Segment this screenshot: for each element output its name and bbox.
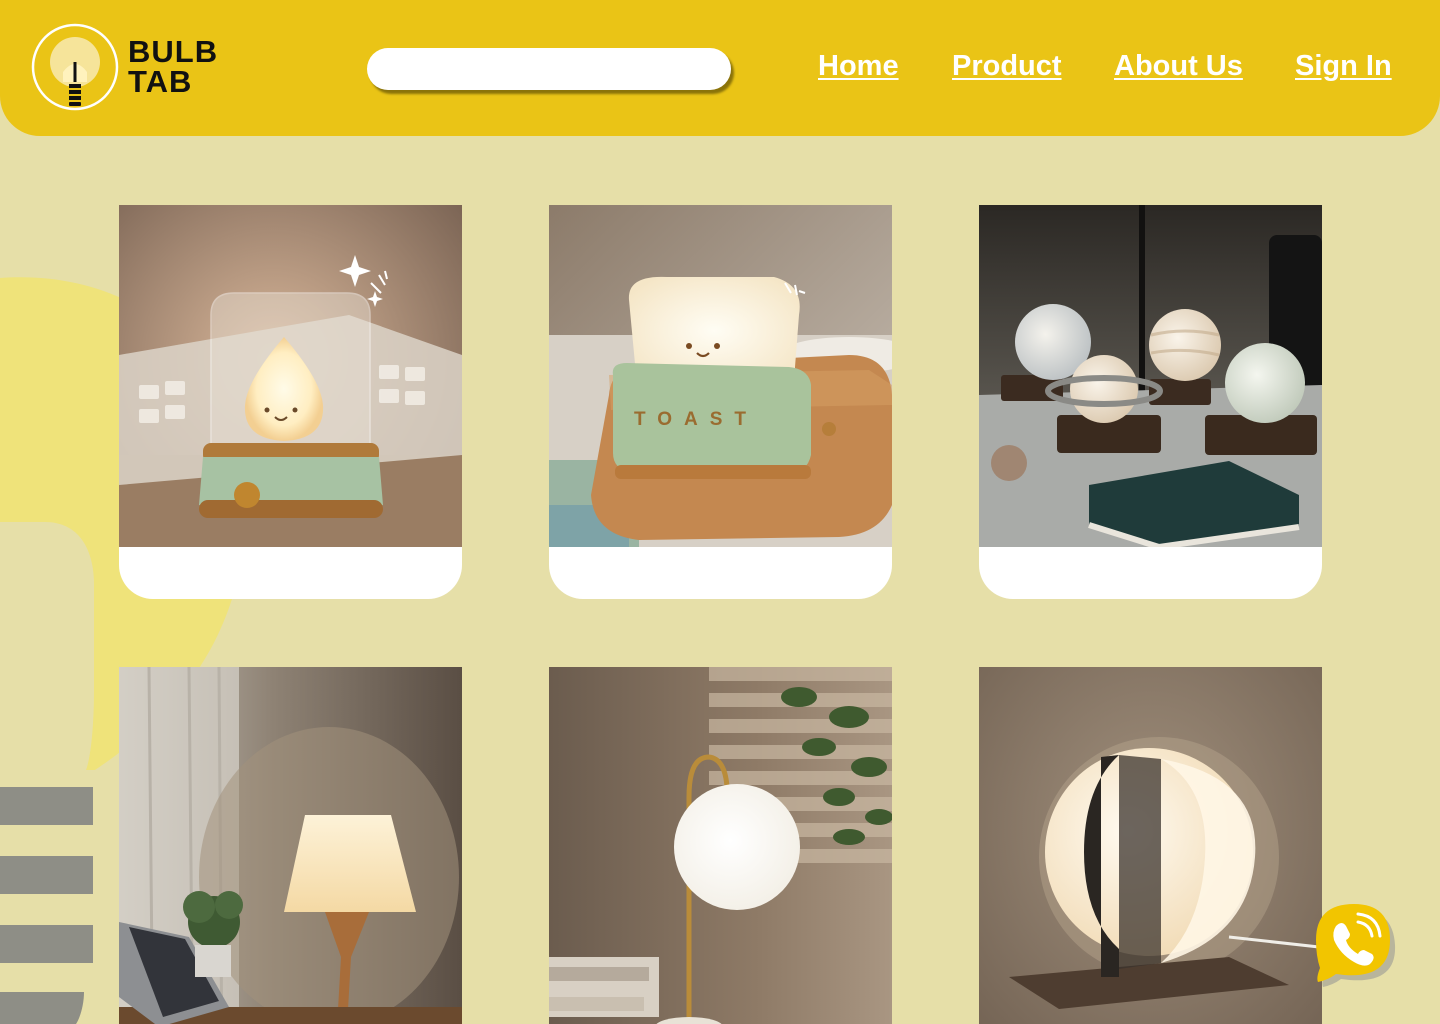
phone-icon	[1316, 904, 1396, 987]
table-lamp-photo	[119, 667, 462, 1024]
top-header: BULB TAB Home Product About Us Sign In	[0, 0, 1440, 136]
nav-link-product[interactable]: Product	[952, 50, 1062, 83]
search-input[interactable]	[367, 48, 731, 90]
drop-lamp-photo	[119, 205, 462, 547]
moon-lamp-photo	[979, 667, 1322, 1024]
product-card-globe-desk-lamp[interactable]	[549, 667, 892, 1024]
brand-logo[interactable]: BULB TAB	[30, 22, 218, 112]
brand-line-1: BULB	[128, 34, 219, 69]
toast-stamp-text: TOAST	[634, 409, 758, 430]
product-card-jar-night-light[interactable]	[119, 205, 462, 599]
nav-link-sign-in[interactable]: Sign In	[1295, 50, 1392, 83]
toast-lamp-photo: TOAST	[549, 205, 892, 547]
globe-lamp-photo	[549, 667, 892, 1024]
brand-wordmark: BULB TAB	[128, 34, 219, 99]
nav-link-about-us[interactable]: About Us	[1114, 50, 1243, 83]
nav-link-home[interactable]: Home	[818, 50, 899, 83]
product-card-toast-lamp[interactable]: TOAST	[549, 205, 892, 599]
brand-line-2: TAB	[128, 64, 193, 99]
call-button[interactable]	[1314, 902, 1396, 988]
bulb-logo-icon	[31, 23, 119, 111]
product-card-half-moon-lamp[interactable]	[979, 667, 1322, 1024]
planet-lamp-photo	[979, 205, 1322, 547]
product-card-table-lamp[interactable]	[119, 667, 462, 1024]
product-card-planet-lamps[interactable]	[979, 205, 1322, 599]
